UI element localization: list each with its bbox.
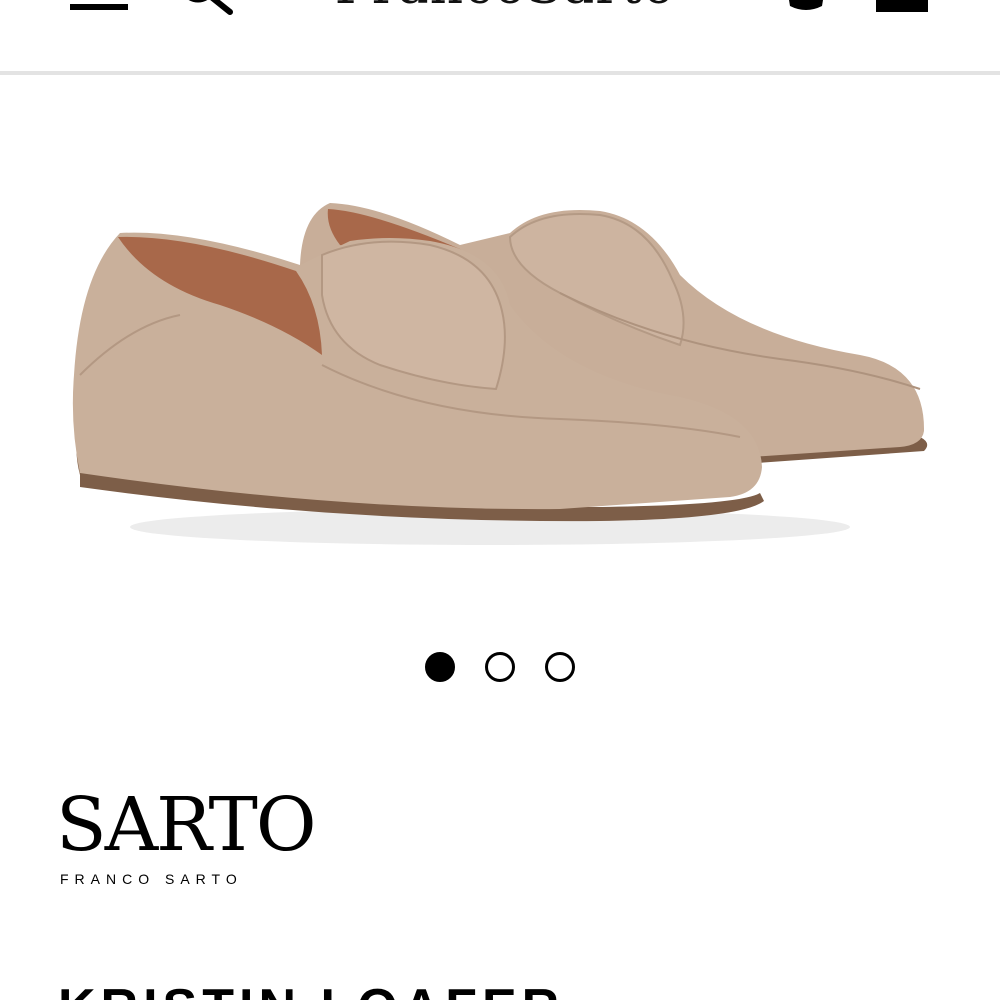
product-image[interactable]: [40, 175, 960, 575]
account-icon[interactable]: [786, 0, 826, 16]
carousel-dot-2[interactable]: [485, 652, 515, 682]
product-title: KRISTIN LOAFER: [58, 978, 564, 1000]
shopping-bag-icon[interactable]: [872, 0, 932, 16]
product-page: FrancoSarto: [0, 0, 1000, 1000]
search-icon[interactable]: [178, 0, 234, 16]
carousel-dot-1[interactable]: [425, 652, 455, 682]
brand-logo-main: SARTO: [56, 782, 317, 868]
header-divider: [0, 71, 1000, 75]
site-header: FrancoSarto: [0, 0, 1000, 75]
brand-logo[interactable]: SARTO FRANCO SARTO: [56, 785, 356, 895]
image-carousel-indicators: [0, 652, 1000, 688]
carousel-dot-3[interactable]: [545, 652, 575, 682]
brand-logo-sub: FRANCO SARTO: [60, 871, 243, 887]
site-logo[interactable]: FrancoSarto: [300, 0, 710, 16]
hamburger-menu-icon[interactable]: [70, 0, 128, 14]
